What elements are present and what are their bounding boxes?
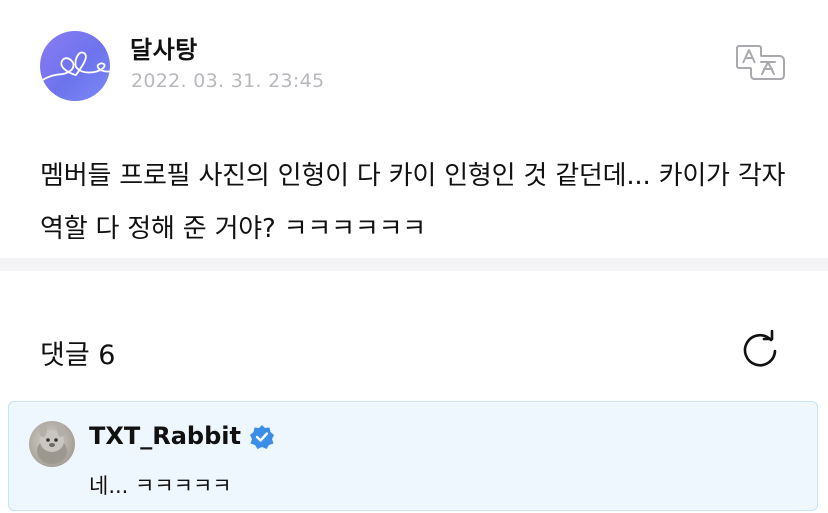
plush-toy-icon	[37, 423, 67, 464]
verified-badge-icon	[249, 424, 275, 450]
post-header: 달사탕 2022. 03. 31. 23:45	[0, 0, 828, 120]
author-name[interactable]: 달사탕	[130, 30, 198, 65]
refresh-button[interactable]	[740, 329, 780, 369]
post-timestamp: 2022. 03. 31. 23:45	[131, 70, 325, 92]
commenter-name[interactable]: TXT_Rabbit	[89, 422, 241, 450]
section-divider	[0, 258, 828, 271]
heart-scribble-icon	[40, 51, 110, 83]
author-avatar[interactable]	[40, 31, 110, 101]
refresh-icon	[743, 329, 777, 367]
translate-icon	[736, 45, 785, 80]
post-body: 멤버들 프로필 사진의 인형이 다 카이 인형인 것 같던데... 카이가 각자…	[40, 161, 786, 244]
translate-button[interactable]	[735, 44, 787, 82]
comment-item: TXT_Rabbit 네... ㅋㅋㅋㅋㅋ	[8, 401, 818, 511]
comment-text: 네... ㅋㅋㅋㅋㅋ	[89, 474, 232, 498]
commenter-avatar[interactable]	[29, 421, 75, 467]
comments-count-title: 댓글 6	[40, 340, 116, 371]
